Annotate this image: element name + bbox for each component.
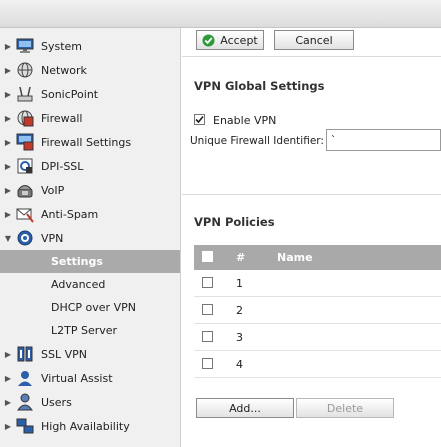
sidebar-item-label: Firewall Settings	[41, 135, 132, 149]
sidebar-subitem-settings[interactable]: Settings	[0, 250, 180, 273]
sidebar-item-firewall[interactable]: ▶ Firewall	[0, 106, 180, 130]
sidebar-subitem-l2tp-server[interactable]: L2TP Server	[0, 319, 180, 342]
column-header-number: #	[236, 251, 246, 264]
sidebar-item-ssl-vpn[interactable]: ▶ SSL VPN	[0, 342, 180, 366]
table-row[interactable]: 1	[194, 270, 441, 297]
sidebar-item-virtual-assist[interactable]: ▶ Virtual Assist	[0, 366, 180, 390]
ssl-vpn-icon	[16, 345, 34, 363]
mail-icon	[16, 205, 34, 223]
sidebar-item-label: Network	[41, 63, 87, 77]
main-panel: Accept Cancel VPN Global Settings Enable…	[182, 28, 441, 447]
row-checkbox[interactable]	[202, 358, 213, 369]
sidebar-item-label: System	[41, 39, 83, 53]
accept-label: Accept	[220, 33, 258, 47]
expand-arrow-icon[interactable]: ▶	[2, 210, 14, 219]
row-number: 3	[236, 331, 243, 344]
sidebar-item-dpi-ssl[interactable]: ▶ DPI-SSL	[0, 154, 180, 178]
collapse-arrow-icon[interactable]: ▼	[2, 234, 14, 243]
sidebar-subitem-dhcp-over-vpn[interactable]: DHCP over VPN	[0, 296, 180, 319]
expand-arrow-icon[interactable]: ▶	[2, 66, 14, 75]
sidebar-item-anti-spam[interactable]: ▶ Anti-Spam	[0, 202, 180, 226]
check-circle-icon	[202, 33, 215, 47]
expand-arrow-icon[interactable]: ▶	[2, 42, 14, 51]
expand-arrow-icon[interactable]: ▶	[2, 374, 14, 383]
assist-icon	[16, 369, 34, 387]
vpn-icon	[16, 229, 34, 247]
dpi-ssl-icon	[16, 157, 34, 175]
sidebar-item-label: SonicPoint	[41, 87, 99, 101]
select-all-checkbox[interactable]	[202, 251, 213, 262]
row-number: 1	[236, 277, 243, 290]
sidebar-subitem-advanced[interactable]: Advanced	[0, 273, 180, 296]
identifier-label: Unique Firewall Identifier:	[190, 135, 324, 147]
policies-table-header: # Name	[194, 245, 441, 270]
sidebar-item-label: VoIP	[41, 183, 65, 197]
expand-arrow-icon[interactable]: ▶	[2, 162, 14, 171]
sidebar-nav: ▶ System ▶ Network ▶ SonicPoint ▶ Firewa…	[0, 28, 181, 447]
sidebar-item-label: Anti-Spam	[41, 207, 99, 221]
expand-arrow-icon[interactable]: ▶	[2, 114, 14, 123]
table-row[interactable]: 4	[194, 351, 441, 378]
row-checkbox[interactable]	[202, 304, 213, 315]
sidebar-item-label: High Availability	[41, 419, 130, 433]
sidebar-item-label: DPI-SSL	[41, 159, 84, 173]
delete-policy-button[interactable]: Delete	[296, 398, 394, 418]
expand-arrow-icon[interactable]: ▶	[2, 138, 14, 147]
sidebar-item-high-availability[interactable]: ▶ High Availability	[0, 414, 180, 438]
ha-icon	[16, 417, 34, 435]
row-number: 2	[236, 304, 243, 317]
global-settings-title: VPN Global Settings	[194, 79, 325, 93]
sidebar-item-sonicpoint[interactable]: ▶ SonicPoint	[0, 82, 180, 106]
sidebar-item-voip[interactable]: ▶ VoIP	[0, 178, 180, 202]
row-checkbox[interactable]	[202, 331, 213, 342]
sidebar-item-system[interactable]: ▶ System	[0, 34, 180, 58]
cancel-button[interactable]: Cancel	[274, 30, 354, 50]
toolbar-divider	[182, 56, 441, 57]
row-checkbox[interactable]	[202, 277, 213, 288]
globe-icon	[16, 61, 34, 79]
sidebar-item-label: SSL VPN	[41, 347, 87, 361]
users-icon	[16, 393, 34, 411]
firewall-icon	[16, 109, 34, 127]
checkmark-icon	[195, 115, 204, 124]
sidebar-item-vpn[interactable]: ▼ VPN	[0, 226, 180, 250]
enable-vpn-checkbox[interactable]	[194, 114, 205, 125]
expand-arrow-icon[interactable]: ▶	[2, 398, 14, 407]
section-divider	[182, 194, 441, 195]
accept-button[interactable]: Accept	[196, 30, 264, 50]
sidebar-item-label: Firewall	[41, 111, 83, 125]
sidebar-item-firewall-settings[interactable]: ▶ Firewall Settings	[0, 130, 180, 154]
expand-arrow-icon[interactable]: ▶	[2, 422, 14, 431]
monitor-icon	[16, 37, 34, 55]
add-policy-button[interactable]: Add...	[196, 398, 294, 418]
expand-arrow-icon[interactable]: ▶	[2, 186, 14, 195]
sidebar-item-network[interactable]: ▶ Network	[0, 58, 180, 82]
expand-arrow-icon[interactable]: ▶	[2, 90, 14, 99]
sidebar-item-users[interactable]: ▶ Users	[0, 390, 180, 414]
row-number: 4	[236, 358, 243, 371]
firewall-settings-icon	[16, 133, 34, 151]
sidebar-item-label: Virtual Assist	[41, 371, 113, 385]
sidebar-item-label: VPN	[41, 231, 64, 245]
table-row[interactable]: 2	[194, 297, 441, 324]
expand-arrow-icon[interactable]: ▶	[2, 350, 14, 359]
enable-vpn-label: Enable VPN	[213, 114, 277, 127]
identifier-input[interactable]	[326, 129, 441, 151]
column-header-name: Name	[277, 251, 313, 264]
vpn-policies-title: VPN Policies	[194, 215, 275, 229]
sidebar-item-label: Users	[41, 395, 72, 409]
phone-icon	[16, 181, 34, 199]
access-point-icon	[16, 85, 34, 103]
table-row[interactable]: 3	[194, 324, 441, 351]
top-bar	[0, 0, 441, 28]
